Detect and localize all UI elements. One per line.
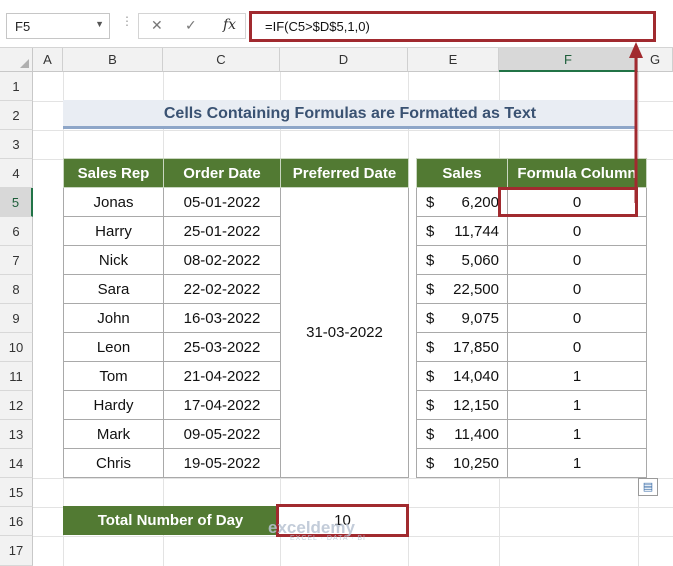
watermark-tagline: EXCEL · DATA · BI [290, 535, 366, 542]
annotation-arrow [629, 42, 643, 203]
arrow-head [629, 42, 643, 58]
total-label[interactable]: Total Number of Day [63, 506, 278, 535]
watermark-logo: exceldemy EXCEL · DATA · BI [268, 518, 366, 542]
quick-analysis-icon[interactable]: ▤ [638, 478, 658, 496]
